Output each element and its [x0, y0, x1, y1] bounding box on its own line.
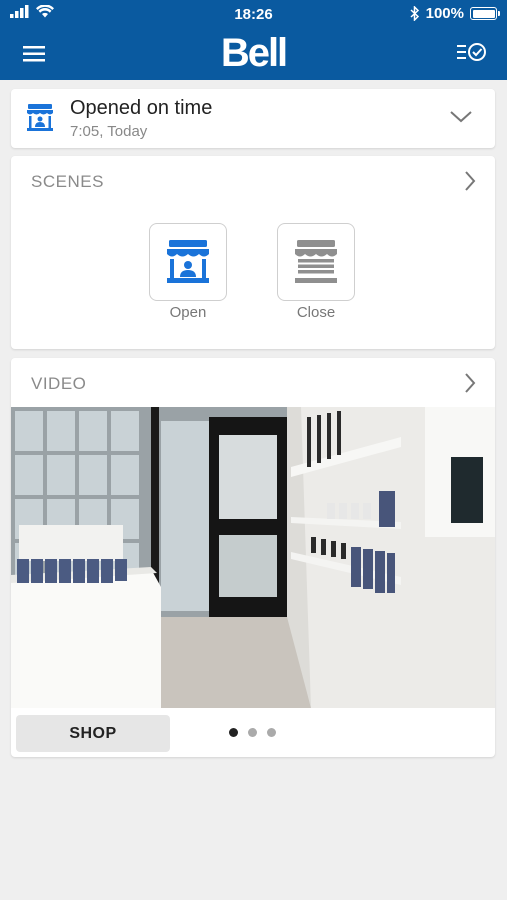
battery-percent: 100% — [425, 5, 464, 22]
scene-open-label: Open — [169, 304, 207, 321]
scenes-heading: SCENES — [31, 172, 104, 191]
storefront-closed-icon — [295, 240, 337, 283]
chevron-right-icon[interactable] — [463, 170, 477, 192]
chevron-right-icon[interactable] — [463, 372, 477, 394]
page-dot-1[interactable] — [229, 728, 238, 737]
store-status-card[interactable]: Opened on time 7:05, Today — [11, 89, 495, 148]
camera-feed-image — [11, 407, 495, 708]
camera-tab-shop[interactable]: SHOP — [16, 715, 170, 752]
page-dot-2[interactable] — [248, 728, 257, 737]
scene-open-button[interactable] — [149, 223, 227, 301]
checklist-icon[interactable] — [457, 40, 487, 66]
video-heading: VIDEO — [31, 374, 87, 393]
status-right: 100% — [410, 5, 500, 22]
storefront-open-icon — [167, 240, 209, 283]
scene-close-label: Close — [296, 304, 336, 321]
page-dot-3[interactable] — [267, 728, 276, 737]
video-card: VIDEO SHOP — [11, 358, 495, 757]
app-bar: Bell — [0, 28, 507, 80]
store-status-time: 7:05, Today — [70, 123, 148, 140]
bell-logo: Bell — [220, 31, 288, 75]
battery-level — [472, 9, 495, 18]
scene-close-button[interactable] — [277, 223, 355, 301]
storefront-icon — [27, 104, 53, 131]
page-indicator — [229, 728, 276, 737]
battery-icon — [470, 7, 500, 20]
camera-feed[interactable] — [11, 407, 495, 708]
scenes-card: SCENES Open Close — [11, 156, 495, 349]
store-status-title: Opened on time — [70, 97, 213, 119]
status-bar: 18:26 100% — [0, 0, 507, 28]
bluetooth-icon — [410, 6, 419, 21]
app-header: 18:26 100% Bell — [0, 0, 507, 80]
chevron-down-icon[interactable] — [449, 109, 473, 125]
